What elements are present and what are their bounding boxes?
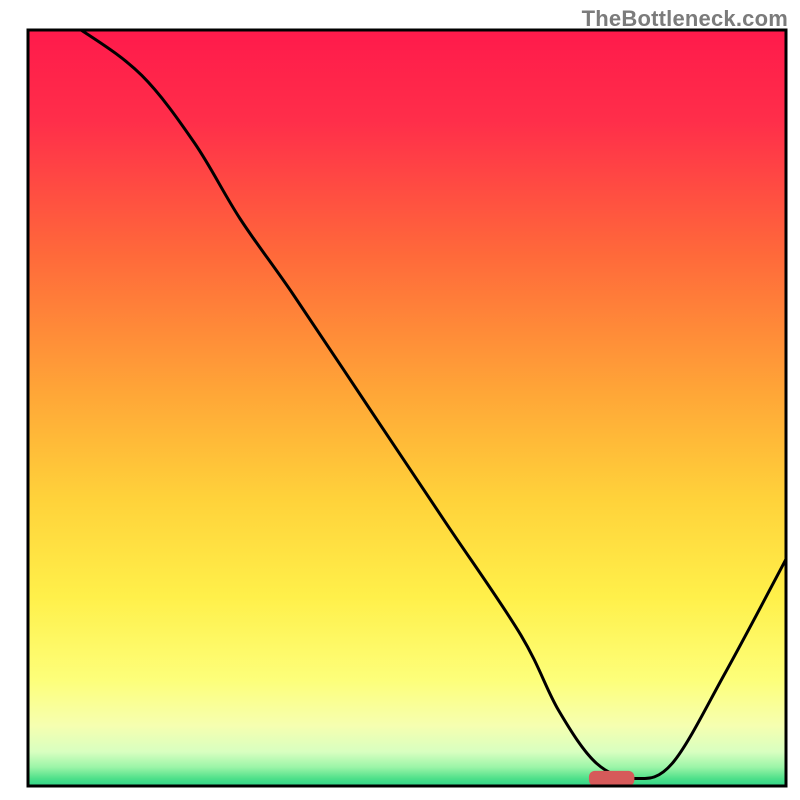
attribution-text: TheBottleneck.com xyxy=(582,6,788,32)
gradient-background xyxy=(28,30,786,786)
optimal-marker xyxy=(589,771,634,786)
bottleneck-chart xyxy=(0,0,800,800)
